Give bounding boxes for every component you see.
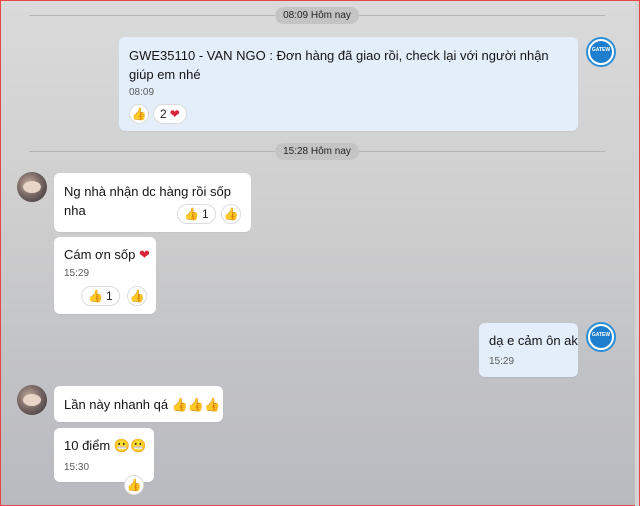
message-text-row: 10 điểm 😬😬 bbox=[64, 436, 146, 455]
date-divider: 15:28 Hôm nay bbox=[1, 141, 633, 161]
like-reaction-button[interactable]: 👍 bbox=[124, 475, 144, 495]
message-text: Lần này nhanh qá bbox=[64, 397, 169, 412]
incoming-message[interactable]: Cám ơn sốp ❤ 15:29 👍 1 👍 bbox=[54, 237, 156, 314]
thumbs-up-icon: 👍 bbox=[184, 207, 199, 221]
like-reaction-button[interactable]: 👍 bbox=[221, 204, 241, 224]
grimace-emoji: 😬😬 bbox=[113, 438, 147, 453]
message-text: dạ e cảm ôn ak bbox=[489, 333, 578, 348]
date-divider: 08:09 Hôm nay bbox=[1, 5, 633, 25]
heart-icon: ❤ bbox=[139, 247, 150, 262]
incoming-message[interactable]: Ng nhà nhận dc hàng rồi sốp nha 👍 1 👍 bbox=[54, 173, 251, 232]
message-text: Cám ơn sốp bbox=[64, 247, 136, 262]
thumbs-up-icon: 👍 bbox=[88, 289, 103, 303]
message-text-row: Lần này nhanh qá 👍👍👍 bbox=[64, 395, 220, 414]
brand-logo-mark: GATEW bbox=[591, 47, 611, 53]
thumbs-up-icon: 👍 bbox=[131, 107, 147, 121]
thumbs-up-icon: 👍 bbox=[129, 289, 145, 303]
divider-label: 08:09 Hôm nay bbox=[275, 7, 359, 24]
brand-avatar[interactable]: GATEW bbox=[586, 37, 616, 67]
thumbs-up-icon: 👍 bbox=[223, 207, 239, 221]
reaction-count: 1 bbox=[201, 207, 209, 221]
outgoing-message[interactable]: GWE35110 - VAN NGO : Đơn hàng đã giao rồ… bbox=[119, 37, 578, 131]
outgoing-message[interactable]: dạ e cảm ôn ak 15:29 bbox=[479, 323, 578, 377]
reaction-summary[interactable]: 👍 1 bbox=[177, 204, 216, 224]
divider-label: 15:28 Hôm nay bbox=[275, 143, 359, 160]
reaction-summary[interactable]: 2 ❤ bbox=[153, 104, 187, 124]
thumbs-up-emoji: 👍👍👍 bbox=[171, 397, 221, 412]
message-time: 15:29 bbox=[489, 356, 515, 367]
brand-logo-mark: GATEW bbox=[591, 332, 611, 338]
reaction-summary[interactable]: 👍 1 bbox=[81, 286, 120, 306]
message-time: 15:29 bbox=[64, 268, 90, 279]
chat-window: { "dividers": [ {"label": "08:09 Hôm nay… bbox=[0, 0, 640, 506]
like-reaction-button[interactable]: 👍 bbox=[129, 104, 149, 124]
scrollbar[interactable] bbox=[635, 1, 639, 506]
contact-avatar[interactable] bbox=[17, 385, 47, 415]
message-time: 15:30 bbox=[64, 462, 90, 473]
message-time: 08:09 bbox=[129, 87, 155, 98]
heart-icon: ❤ bbox=[169, 107, 180, 121]
message-text-row: Cám ơn sốp ❤ bbox=[64, 245, 150, 264]
brand-avatar[interactable]: GATEW bbox=[586, 322, 616, 352]
message-text: 10 điểm bbox=[64, 438, 111, 453]
contact-avatar[interactable] bbox=[17, 172, 47, 202]
like-reaction-button[interactable]: 👍 bbox=[127, 286, 147, 306]
reaction-count: 1 bbox=[105, 289, 113, 303]
reaction-count: 2 bbox=[160, 107, 167, 121]
incoming-message[interactable]: Lần này nhanh qá 👍👍👍 bbox=[54, 386, 223, 422]
message-text: GWE35110 - VAN NGO : Đơn hàng đã giao rồ… bbox=[129, 48, 549, 82]
incoming-message[interactable]: 10 điểm 😬😬 15:30 bbox=[54, 428, 154, 482]
thumbs-up-icon: 👍 bbox=[126, 478, 142, 492]
